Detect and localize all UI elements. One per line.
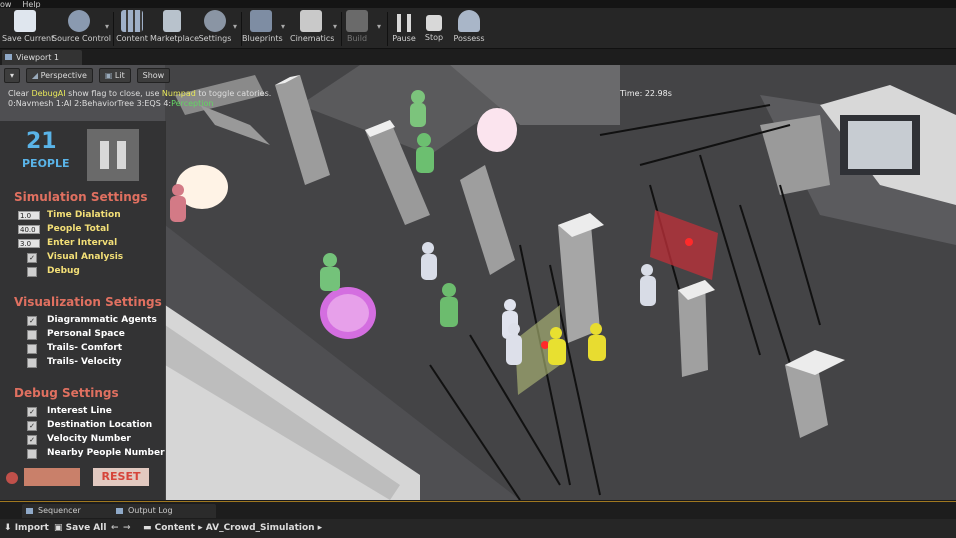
cinematics-button[interactable]: Cinematics (290, 10, 334, 48)
build-button[interactable]: Build (344, 10, 370, 48)
lit-icon: ▣ (104, 71, 115, 80)
folder-icon: ▬ (143, 523, 155, 533)
wrench-icon (6, 472, 18, 484)
pause-icon (397, 14, 411, 32)
trails-comfort-checkbox[interactable] (27, 344, 37, 354)
personal-space-checkbox[interactable] (27, 330, 37, 340)
clapperboard-icon (300, 10, 322, 32)
visual-analysis-checkbox[interactable]: ✓ (27, 253, 37, 263)
content-button[interactable]: Content (116, 10, 148, 48)
nearby-checkbox[interactable] (27, 449, 37, 459)
blueprints-button[interactable]: Blueprints (242, 10, 283, 48)
destination-checkbox[interactable]: ✓ (27, 421, 37, 431)
breadcrumb-folder[interactable]: AV_Crowd_Simulation (206, 523, 315, 533)
back-arrow-icon[interactable]: ← (111, 519, 119, 538)
tab-viewport-1[interactable]: Viewport 1 (2, 50, 82, 65)
diagrammatic-checkbox[interactable]: ✓ (27, 316, 37, 326)
save-current-button[interactable]: Save Current (2, 10, 54, 48)
marketplace-icon (163, 10, 181, 32)
lit-button[interactable]: ▣ Lit (98, 68, 131, 83)
sequencer-icon (26, 508, 33, 514)
people-label: PEOPLE (22, 157, 70, 170)
viewport-menu-dropdown[interactable]: ▾ (4, 68, 21, 83)
perspective-icon: ◢ (31, 71, 41, 80)
interest-line-checkbox[interactable]: ✓ (27, 407, 37, 417)
blueprints-icon (250, 10, 272, 32)
enter-interval-input[interactable]: 3.0 (18, 239, 40, 248)
time-dialation-input[interactable]: 1.0 (18, 211, 40, 220)
content-browser-bar: ⬇ Import ▣ Save All ← → ▬ Content ▸ AV_C… (0, 519, 956, 538)
settings-button[interactable]: Settings (198, 10, 232, 48)
marketplace-button[interactable]: Marketplace (150, 10, 199, 48)
debug-categories: 0:Navmesh 1:AI 2:BehaviorTree 3:EQS 4:Pe… (8, 99, 214, 108)
simulation-time: Time: 22.98s (620, 89, 672, 98)
forward-arrow-icon[interactable]: → (123, 519, 131, 538)
breadcrumb-separator-icon: ▸ (194, 523, 206, 533)
breadcrumb-chevron-icon[interactable]: ▸ (315, 523, 323, 533)
perspective-button[interactable]: ◢ Perspective (25, 68, 93, 83)
import-icon: ⬇ (4, 523, 15, 533)
show-button[interactable]: Show (136, 68, 171, 83)
content-grid-icon (121, 10, 143, 32)
save-all-button[interactable]: ▣ Save All (54, 519, 106, 538)
import-button[interactable]: ⬇ Import (4, 519, 49, 538)
simulation-pause-button[interactable] (87, 129, 139, 181)
tab-sequencer[interactable]: Sequencer (22, 504, 116, 518)
source-control-button[interactable]: Source Control (52, 10, 111, 48)
stop-icon (426, 15, 442, 31)
save-icon (14, 10, 36, 32)
viewport-tab-bar: Viewport 1 (0, 49, 956, 65)
output-log-icon (116, 508, 123, 514)
build-icon (346, 10, 368, 32)
simulation-settings-title: Simulation Settings (14, 190, 148, 204)
bottom-tab-bar: Sequencer Output Log (0, 501, 956, 519)
main-toolbar: Save Current Source Control ▾ Content Ma… (0, 8, 956, 49)
breadcrumb: ▬ Content ▸ AV_Crowd_Simulation ▸ (143, 519, 322, 538)
possess-icon (458, 10, 480, 32)
trails-velocity-checkbox[interactable] (27, 358, 37, 368)
source-control-icon (68, 10, 90, 32)
possess-button[interactable]: Possess (452, 10, 486, 48)
velocity-number-checkbox[interactable]: ✓ (27, 435, 37, 445)
people-count: 21 (26, 129, 57, 154)
save-all-icon: ▣ (54, 523, 66, 533)
stop-button[interactable]: Stop (422, 10, 446, 48)
simulation-control-panel: 21 PEOPLE Simulation Settings 1.0 Time D… (0, 121, 166, 500)
gear-icon (204, 10, 226, 32)
people-total-input[interactable]: 40.0 (18, 225, 40, 234)
menu-bar: ow Help (0, 0, 956, 9)
tab-output-log[interactable]: Output Log (112, 504, 216, 518)
pause-icon-bar (117, 141, 126, 169)
debug-ai-hint: Clear DebugAI show flag to close, use Nu… (8, 89, 272, 98)
debug-settings-title: Debug Settings (14, 386, 119, 400)
viewport-icon (5, 54, 12, 60)
viewport[interactable]: ▾ ◢ Perspective ▣ Lit Show Clear DebugAI… (0, 65, 956, 500)
viewport-options-bar: ▾ ◢ Perspective ▣ Lit Show (4, 68, 173, 83)
debug-checkbox[interactable] (27, 267, 37, 277)
secondary-action-button[interactable] (24, 468, 80, 486)
breadcrumb-content[interactable]: Content (155, 523, 195, 533)
pause-icon (100, 141, 109, 169)
visualization-settings-title: Visualization Settings (14, 295, 162, 309)
reset-button[interactable]: RESET (93, 468, 149, 486)
pause-button[interactable]: Pause (392, 10, 416, 48)
